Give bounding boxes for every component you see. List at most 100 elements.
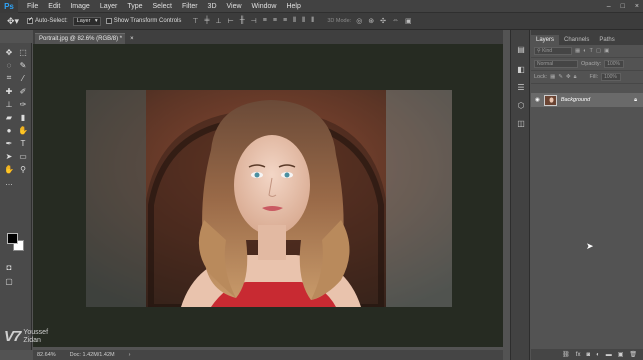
menu-3d[interactable]: 3D [203,0,222,13]
menu-select[interactable]: Select [148,0,177,13]
scale-3d-icon[interactable]: ▣ [405,17,412,25]
menu-file[interactable]: File [22,0,43,13]
align-vcenter-icon[interactable]: ╪ [205,17,210,25]
auto-select-check-icon[interactable] [27,18,33,24]
distribute-vcenter-icon[interactable]: ≡ [273,17,277,25]
menu-view[interactable]: View [222,0,247,13]
adjustment-layer-icon[interactable]: ◐ [596,352,600,358]
minimize-icon[interactable]: – [607,3,611,10]
auto-select-dropdown[interactable]: Layer ▾ [72,16,101,26]
menu-filter[interactable]: Filter [177,0,203,13]
align-top-icon[interactable]: ⊤ [192,17,198,25]
tab-paths[interactable]: Paths [594,35,619,45]
path-select-tool-icon[interactable]: ➤ [3,150,15,162]
add-mask-icon[interactable]: ◙ [586,352,590,358]
new-group-icon[interactable]: ▬ [606,352,612,358]
quick-mask-icon[interactable]: ◘ [3,261,15,273]
menu-edit[interactable]: Edit [43,0,65,13]
adjustments-panel-icon[interactable]: ◧ [516,64,526,74]
distribute-hcenter-icon[interactable]: ⦀ [302,17,305,25]
lock-pixels-icon[interactable]: ▦ [550,74,555,80]
maximize-icon[interactable]: □ [621,3,625,10]
fill-field[interactable]: 100% [601,73,622,81]
document-tab[interactable]: Portrait.jpg @ 82.6% (RGB/8) * × [35,33,134,44]
distribute-left-icon[interactable]: ⦀ [293,17,296,25]
rectangle-tool-icon[interactable]: ▭ [17,150,29,162]
lock-move-icon[interactable]: ✥ [566,74,571,80]
filter-pixel-icon[interactable]: ▦ [575,48,580,54]
lock-paint-icon[interactable]: ✎ [558,74,563,80]
document-size: Doc: 1.42M/1.42M [69,352,115,358]
move-tool-preset-icon[interactable]: ✥▾ [4,15,22,28]
layers-panel: Layers Channels Paths ⚲ Kind ▦ ◐ T ▢ ▣ N… [531,30,643,360]
opacity-field[interactable]: 100% [604,60,625,68]
menu-window[interactable]: Window [247,0,282,13]
distribute-right-icon[interactable]: ⦀ [311,17,314,25]
history-panel-icon[interactable]: ▤ [516,44,526,54]
layer-background[interactable]: ◉ Background 🔒︎ [531,93,643,107]
clone-stamp-tool-icon[interactable]: ⊥ [3,98,15,110]
more-tools-icon[interactable]: … [3,176,15,188]
pan-3d-icon[interactable]: ✣ [380,17,386,25]
healing-brush-tool-icon[interactable]: ✚ [3,85,15,97]
roll-3d-icon[interactable]: ⊛ [368,17,374,25]
filter-shape-icon[interactable]: ▢ [596,48,601,54]
distribute-bottom-icon[interactable]: ≡ [283,17,287,25]
fx-icon[interactable]: fx [576,352,581,358]
eyedropper-tool-icon[interactable]: ⁄ [17,72,29,84]
blend-mode-select[interactable]: Normal [534,60,578,68]
rotate-3d-icon[interactable]: ◎ [356,17,362,25]
show-transform-checkbox[interactable]: Show Transform Controls [105,18,181,24]
filter-adjust-icon[interactable]: ◐ [583,48,586,54]
gradient-tool-icon[interactable]: ▮ [17,111,29,123]
libraries-panel-icon[interactable]: ◫ [516,118,526,128]
portrait-image[interactable] [86,90,452,307]
align-right-icon[interactable]: ⊣ [251,17,257,25]
eraser-tool-icon[interactable]: ▰ [3,111,15,123]
artboard-tool-icon[interactable]: ⬚ [17,46,29,58]
status-menu-arrow-icon[interactable]: › [129,352,131,358]
type-tool-icon[interactable]: T [17,137,29,149]
zoom-tool-icon[interactable]: ⚲ [17,163,29,175]
auto-select-checkbox[interactable]: Auto-Select: [27,18,68,24]
quick-select-tool-icon[interactable]: ✎ [17,59,29,71]
menu-type[interactable]: Type [122,0,147,13]
filter-smart-icon[interactable]: ▣ [604,48,609,54]
delete-layer-icon[interactable]: 🗑︎ [629,351,637,358]
layer-name[interactable]: Background [561,97,590,103]
brush-tool-icon[interactable]: ✐ [17,85,29,97]
lock-all-icon[interactable]: 🔒︎ [574,74,577,81]
distribute-top-icon[interactable]: ≡ [263,17,267,25]
hand-tool-icon[interactable]: ✋ [3,163,15,175]
menu-layer[interactable]: Layer [95,0,123,13]
screen-mode-icon[interactable]: ▢ [3,275,15,287]
align-left-icon[interactable]: ⊢ [228,17,234,25]
lasso-tool-icon[interactable]: ◌ [3,59,15,71]
foreground-color-swatch[interactable] [7,233,18,244]
filter-type-icon[interactable]: T [590,48,593,54]
menu-image[interactable]: Image [65,0,94,13]
blur-tool-icon[interactable]: ● [3,124,15,136]
new-layer-icon[interactable]: ▣ [618,351,624,358]
link-layers-icon[interactable]: ⛓ [562,351,570,358]
align-bottom-icon[interactable]: ⊥ [215,17,221,25]
tab-channels[interactable]: Channels [559,35,594,45]
crop-tool-icon[interactable]: ⌗ [3,72,15,84]
3d-panel-icon[interactable]: ⬡ [516,100,526,110]
align-hcenter-icon[interactable]: ╫ [240,17,245,25]
properties-panel-icon[interactable]: ☰ [516,82,526,92]
canvas-area[interactable] [33,44,503,347]
pen-tool-icon[interactable]: ✒ [3,137,15,149]
show-transform-check-icon[interactable] [105,18,112,24]
history-brush-tool-icon[interactable]: ✑ [17,98,29,110]
visibility-eye-icon[interactable]: ◉ [535,97,540,103]
move-tool-icon[interactable]: ✥ [3,46,15,58]
layer-filter-select[interactable]: ⚲ Kind [534,47,572,55]
dodge-tool-icon[interactable]: ✋ [17,124,29,136]
zoom-level[interactable]: 82.64% [37,352,56,358]
close-tab-icon[interactable]: × [130,36,134,42]
slide-3d-icon[interactable]: ⇔ [392,17,399,25]
tab-layers[interactable]: Layers [531,35,560,45]
menu-help[interactable]: Help [281,0,305,13]
close-window-icon[interactable]: × [635,3,639,10]
